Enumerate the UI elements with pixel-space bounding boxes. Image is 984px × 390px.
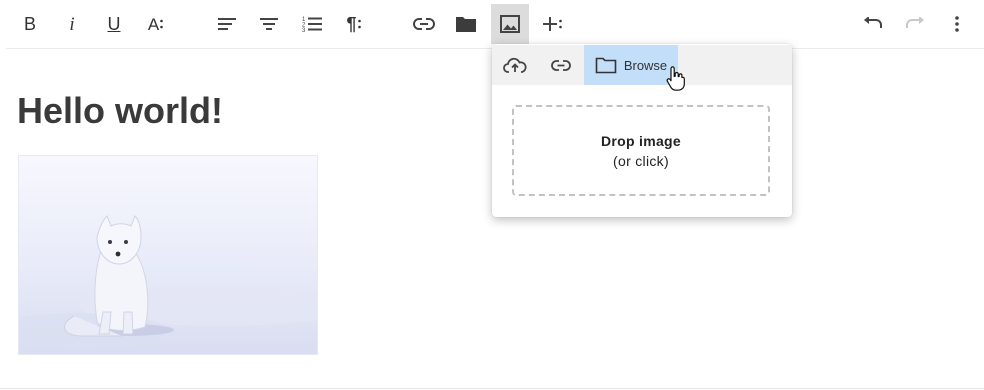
arctic-fox-image [19,156,317,354]
font-size-button[interactable]: A [137,4,175,44]
tab-browse-label: Browse [623,57,668,73]
font-size-icon: A [148,16,164,33]
link-button[interactable] [405,4,443,44]
align-left-icon [218,18,236,30]
align-center-icon [260,18,278,30]
ordered-list-button[interactable]: 1 2 3 [293,4,331,44]
image-insert-popup: Browse Drop image (or click) [492,44,792,217]
insert-button[interactable] [533,4,571,44]
tab-upload[interactable] [492,45,538,85]
svg-text:3: 3 [302,28,306,33]
undo-icon [864,17,882,28]
paragraph-button[interactable]: ¶ [335,4,373,44]
align-button[interactable] [208,4,246,44]
underline-button[interactable]: U [95,4,133,44]
arctic-fox-photo[interactable] [18,155,318,355]
dropzone-title: Drop image [600,132,681,149]
italic-button[interactable]: i [53,4,91,44]
dropzone-subtitle: (or click) [613,152,669,169]
redo-icon [906,17,924,28]
image-dropzone[interactable]: Drop image (or click) [512,105,770,196]
cloud-upload-icon [503,57,527,73]
folder-icon [456,17,476,32]
tab-url[interactable] [538,45,584,85]
undo-button[interactable] [854,4,892,44]
image-icon [500,15,520,33]
tab-browse[interactable]: Browse [584,45,678,85]
more-button[interactable] [938,4,976,44]
link-icon [551,59,571,71]
redo-button[interactable] [896,4,934,44]
bold-button[interactable]: B [11,4,49,44]
bold-icon: B [23,14,36,34]
justify-button[interactable] [250,4,288,44]
image-popup-tabs: Browse [492,45,792,85]
link-icon [413,18,435,30]
more-vertical-icon [955,16,959,32]
editor-toolbar: B i U A 1 2 3 ¶ [6,0,984,49]
file-button[interactable] [447,4,485,44]
italic-icon: i [69,13,75,35]
paragraph-icon: ¶ [346,15,361,33]
editor-heading[interactable]: Hello world! [17,89,223,133]
editor-bottom-border [0,388,984,389]
folder-icon [595,57,617,73]
image-button[interactable] [491,4,529,44]
hand-cursor-icon [666,66,685,91]
underline-icon: U [107,14,121,34]
plus-icon [542,16,563,32]
ordered-list-icon: 1 2 3 [302,17,322,33]
